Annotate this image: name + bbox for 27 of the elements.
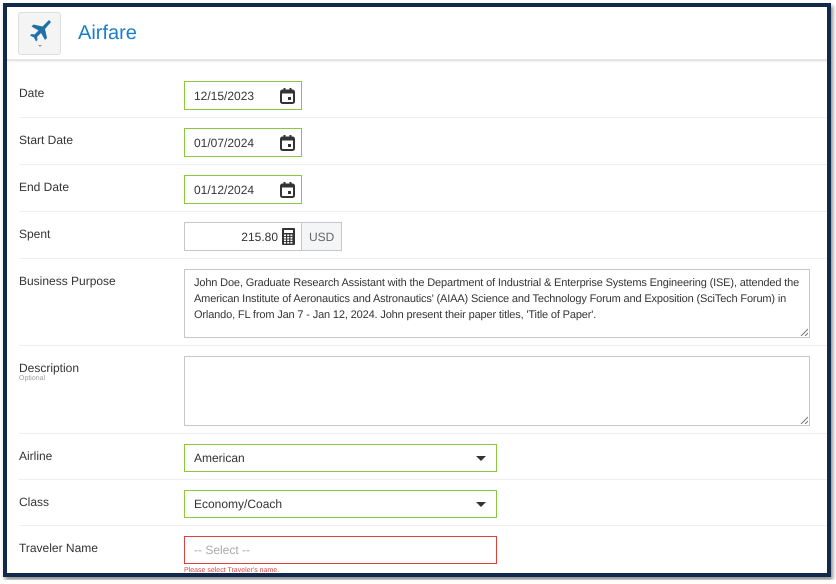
date-field[interactable]: 01/12/2024	[184, 175, 302, 204]
field-label: Class	[19, 495, 50, 509]
resize-grip-icon[interactable]	[800, 416, 808, 424]
page-title: Airfare	[78, 22, 137, 44]
field-label: Start Date	[19, 133, 74, 147]
caret-icon	[476, 456, 486, 460]
calculator-icon[interactable]	[282, 228, 295, 245]
date-field[interactable]: 12/15/2023	[184, 81, 302, 110]
field-label: Traveler Name	[19, 541, 99, 555]
field-label: Airline	[19, 449, 54, 463]
calendar-icon[interactable]	[280, 182, 295, 198]
calendar-icon[interactable]	[280, 88, 295, 104]
field-label: End Date	[19, 180, 70, 194]
currency-label: USD	[302, 222, 342, 251]
date-field[interactable]: 01/07/2024	[184, 128, 302, 157]
caret-icon	[476, 502, 486, 506]
airplane-icon[interactable]	[18, 12, 61, 54]
field-label: Spent	[19, 227, 52, 241]
calendar-icon[interactable]	[280, 134, 295, 150]
select-field[interactable]: Economy/Coach	[184, 490, 497, 518]
resize-grip-icon[interactable]	[800, 328, 808, 336]
select-field[interactable]: American	[184, 444, 497, 472]
field-label: Description	[19, 361, 80, 375]
text-area[interactable]: John Doe, Graduate Research Assistant with the Department of Industrial & Enterprise Systems Engineering (ISE), attended the American Institute of Aeronautics and Astronautics' (AIAA) Science and Technology Forum and Exposition (SciTech Forum) in Orlando, FL from Jan 7 - Jan 12, 2024. John present their paper titles, 'Title of Paper'.	[184, 269, 810, 338]
field-label: Business Purpose	[19, 274, 117, 288]
amount-field[interactable]: 215.80	[184, 222, 302, 251]
field-label: Date	[19, 86, 46, 100]
